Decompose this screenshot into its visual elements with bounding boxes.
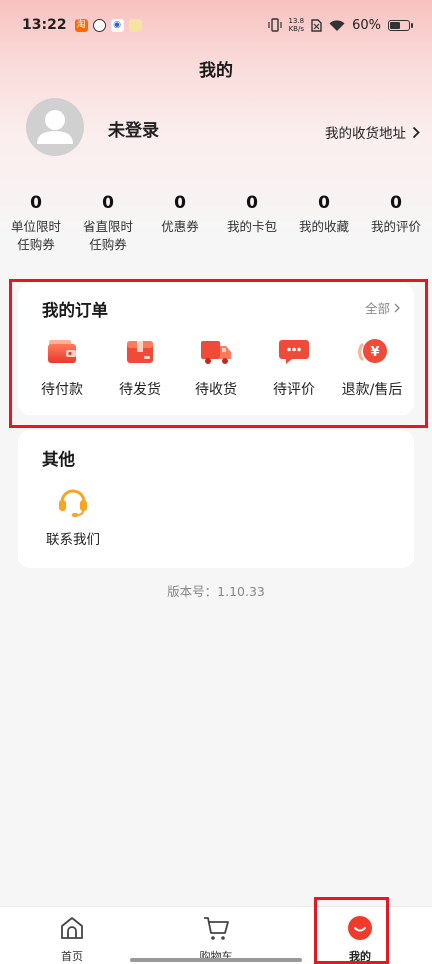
stat-coupons[interactable]: 0 优惠券 — [144, 190, 216, 254]
tab-label: 首页 — [61, 950, 83, 963]
status-time: 13:22 — [22, 17, 67, 33]
status-app-icons: 淘 ◉ — [74, 18, 142, 32]
stat-value: 0 — [102, 193, 114, 213]
stat-card-wallet[interactable]: 0 我的卡包 — [216, 190, 288, 254]
stat-value: 0 — [318, 193, 330, 213]
stat-unit-coupon[interactable]: 0 单位限时 任购券 — [0, 190, 72, 254]
home-icon — [61, 917, 83, 939]
vibrate-icon — [267, 18, 282, 32]
no-sim-icon — [311, 18, 322, 32]
battery-percent: 60% — [352, 17, 381, 33]
status-right: 13.8 KB/s 60% — [267, 17, 413, 33]
contact-label: 联系我们 — [46, 532, 100, 548]
stat-label: 我的卡包 — [226, 219, 277, 234]
address-link-label: 我的收货地址 — [325, 126, 406, 142]
taobao-icon: 淘 — [74, 18, 88, 32]
stat-favorites[interactable]: 0 我的收藏 — [288, 190, 360, 254]
wifi-icon — [329, 19, 345, 31]
user-silhouette-icon — [37, 110, 73, 144]
stat-label: 我的收藏 — [298, 219, 349, 234]
stat-label: 任购券 — [17, 237, 55, 252]
battery-icon — [388, 19, 413, 31]
contact-us[interactable]: 联系我们 — [38, 484, 108, 548]
stat-label: 省直限时 — [82, 219, 133, 234]
stat-reviews[interactable]: 0 我的评价 — [360, 190, 432, 254]
other-card: 其他 联系我们 — [18, 430, 414, 568]
page-title: 我的 — [199, 61, 233, 81]
stat-value: 0 — [246, 193, 258, 213]
stat-label: 我的评价 — [370, 219, 421, 234]
stat-value: 0 — [174, 193, 186, 213]
cart-icon — [204, 917, 229, 940]
tab-cart[interactable]: 购物车 — [144, 907, 288, 964]
baidu-icon: ◉ — [110, 18, 124, 32]
stat-label: 优惠券 — [161, 219, 199, 234]
orders-highlight-box — [9, 279, 428, 428]
avatar[interactable] — [26, 98, 84, 156]
stat-value: 0 — [390, 193, 402, 213]
other-title: 其他 — [42, 450, 75, 469]
chevron-right-icon — [412, 126, 420, 138]
tab-highlight-box — [314, 897, 389, 964]
tab-home[interactable]: 首页 — [0, 907, 144, 964]
stat-label: 单位限时 — [10, 219, 61, 234]
app-icon-4 — [128, 18, 142, 32]
stat-value: 0 — [30, 193, 42, 213]
net-speed: 13.8 KB/s — [288, 17, 305, 33]
stat-province-coupon[interactable]: 0 省直限时 任购券 — [72, 190, 144, 254]
home-indicator[interactable] — [130, 958, 302, 962]
address-link[interactable]: 我的收货地址 — [325, 122, 420, 142]
login-status[interactable]: 未登录 — [108, 116, 159, 141]
stats-row: 0 单位限时 任购券 0 省直限时 任购券 0 优惠券 0 我的卡包 0 我的收… — [0, 190, 432, 254]
app-icon-2 — [92, 18, 106, 32]
version-label: 版本号：1.10.33 — [167, 584, 265, 599]
status-bar: 13:22 淘 ◉ 13.8 KB/s 60% — [0, 0, 432, 50]
stat-label: 任购券 — [89, 237, 127, 252]
headset-icon — [59, 489, 87, 517]
